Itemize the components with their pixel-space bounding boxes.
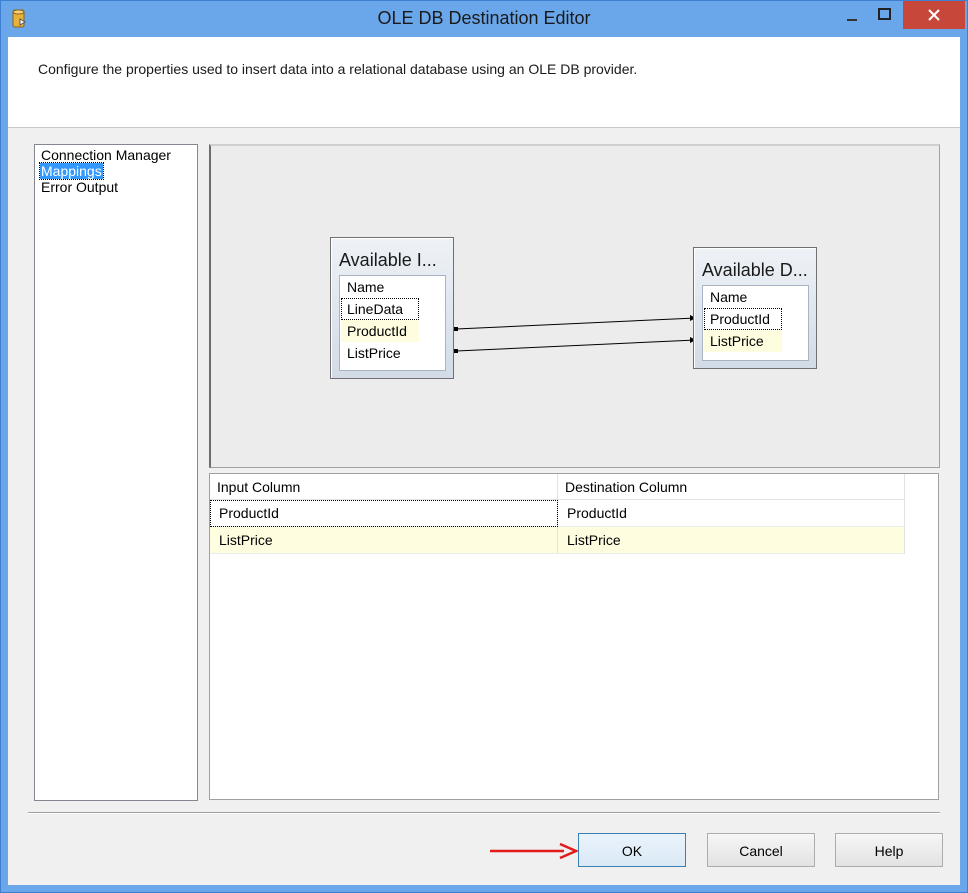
destination-table-body: Name ProductId ListPrice: [702, 285, 809, 361]
description-panel: Configure the properties used to insert …: [8, 37, 960, 128]
cancel-button[interactable]: Cancel: [707, 833, 815, 867]
destination-row-listprice[interactable]: ListPrice: [704, 330, 782, 352]
column-header-destination[interactable]: Destination Column: [558, 474, 905, 500]
input-row-listprice[interactable]: ListPrice: [341, 342, 419, 364]
grid-cell-input[interactable]: ProductId: [210, 500, 558, 527]
title-bar[interactable]: OLE DB Destination Editor: [1, 1, 967, 37]
close-button[interactable]: [903, 1, 965, 29]
minimize-button[interactable]: [837, 1, 867, 29]
destination-table-title: Available D...: [702, 260, 808, 280]
divider: [28, 812, 940, 814]
destination-table-header: Name: [710, 289, 748, 305]
minimize-icon: [847, 19, 857, 21]
description-text: Configure the properties used to insert …: [38, 61, 638, 77]
dialog-window: OLE DB Destination Editor Configure the …: [0, 0, 968, 893]
mappings-grid[interactable]: Input Column Destination Column ProductI…: [209, 473, 939, 800]
nav-item-connection-manager[interactable]: Connection Manager: [41, 147, 171, 163]
input-table-header: Name: [347, 279, 385, 295]
input-table-body: Name LineData ProductId ListPrice: [339, 275, 446, 371]
help-button[interactable]: Help: [835, 833, 943, 867]
annotation-arrow-icon: [490, 843, 580, 859]
column-header-input[interactable]: Input Column: [210, 474, 558, 500]
mapping-diagram[interactable]: Available I... Name LineData ProductId L…: [209, 144, 940, 468]
input-row-linedata[interactable]: LineData: [341, 298, 419, 320]
mapping-line-productid[interactable]: [455, 317, 697, 330]
available-input-columns-table[interactable]: Available I... Name LineData ProductId L…: [330, 237, 454, 379]
maximize-icon: [878, 8, 891, 20]
ok-button[interactable]: OK: [578, 833, 686, 867]
nav-item-error-output[interactable]: Error Output: [41, 179, 118, 195]
dialog-client-area: Configure the properties used to insert …: [8, 37, 960, 885]
maximize-button[interactable]: [869, 1, 899, 29]
input-table-title: Available I...: [339, 250, 437, 270]
input-row-productid[interactable]: ProductId: [341, 320, 419, 342]
nav-item-mappings[interactable]: Mappings: [39, 162, 104, 180]
close-icon: [928, 9, 940, 21]
available-destination-columns-table[interactable]: Available D... Name ProductId ListPrice: [693, 247, 817, 369]
window-title: OLE DB Destination Editor: [377, 8, 591, 28]
grid-cell-destination[interactable]: ListPrice: [558, 527, 905, 554]
destination-row-productid[interactable]: ProductId: [704, 308, 782, 330]
grid-cell-input[interactable]: ListPrice: [210, 527, 558, 554]
mapping-line-listprice[interactable]: [455, 339, 697, 352]
grid-cell-destination[interactable]: ProductId: [558, 500, 905, 527]
mapping-lines: [454, 315, 697, 353]
page-list: Connection Manager Mappings Error Output: [34, 144, 198, 801]
